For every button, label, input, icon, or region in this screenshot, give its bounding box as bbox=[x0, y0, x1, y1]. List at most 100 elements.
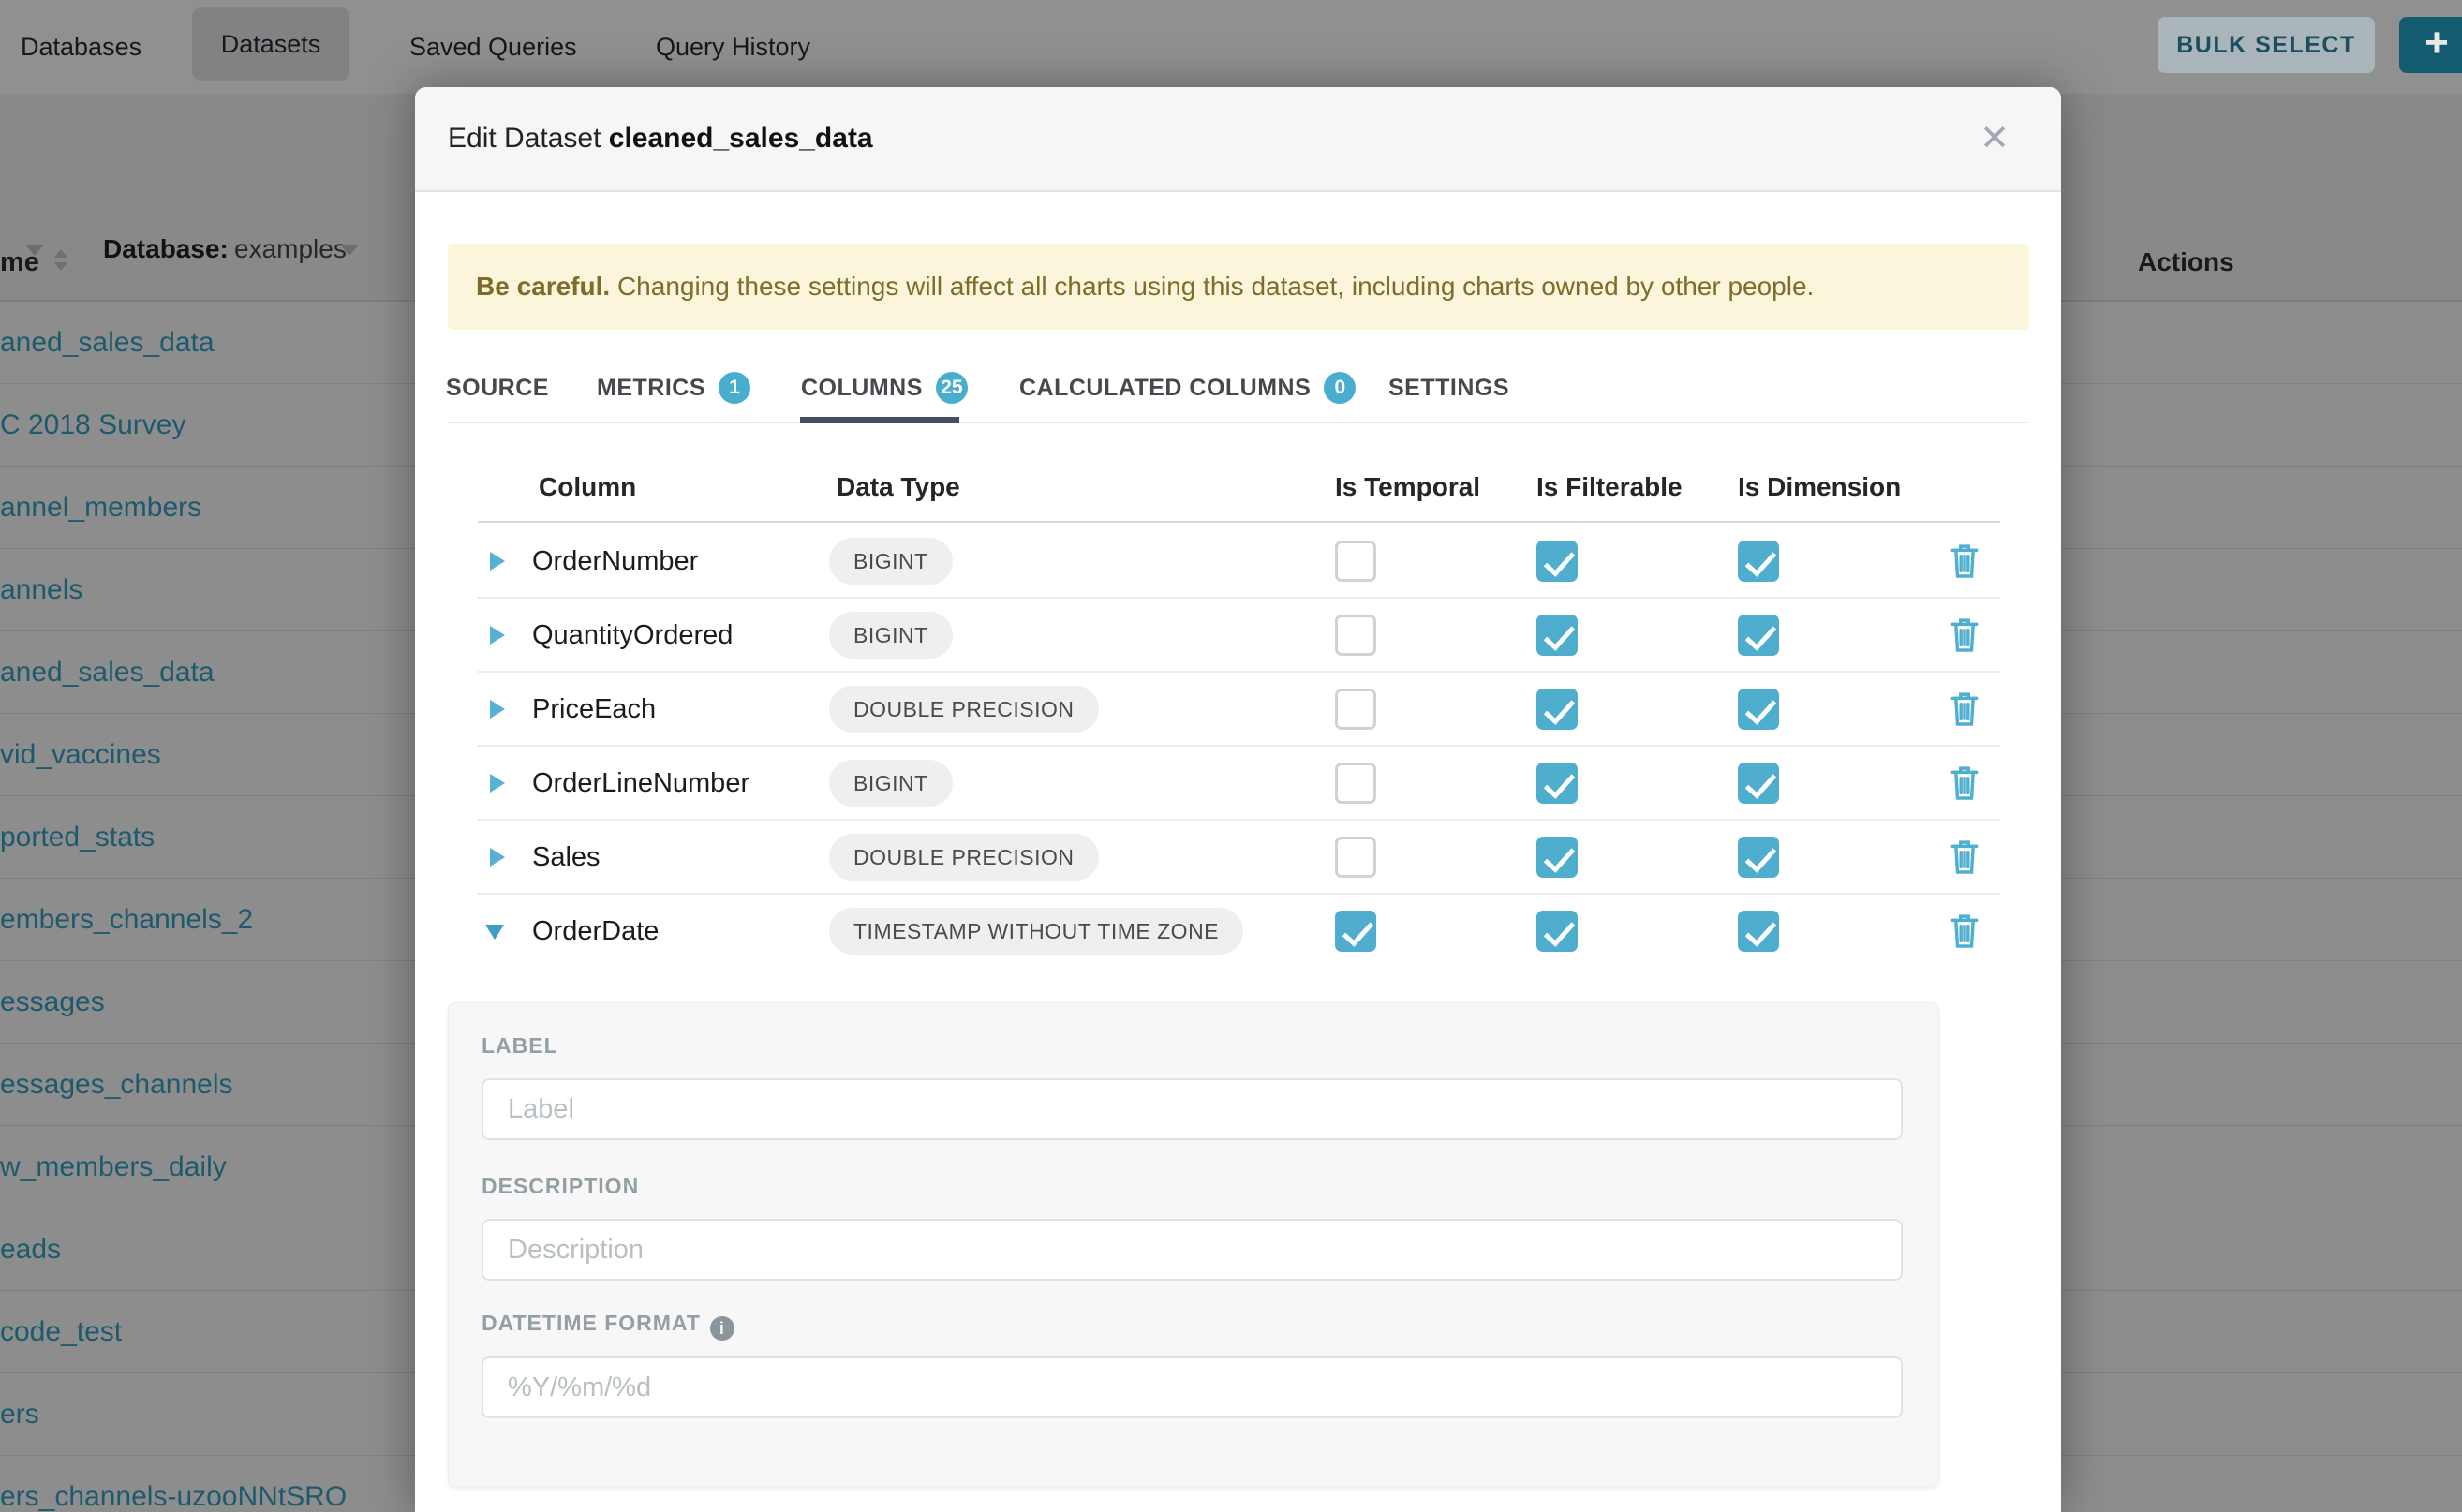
info-icon[interactable]: i bbox=[710, 1316, 734, 1341]
col-header-data-type: Data Type bbox=[837, 457, 960, 517]
column-detail-card: LABEL DESCRIPTION DATETIME FORMATi bbox=[448, 1002, 1939, 1487]
modal-header: Edit Dataset cleaned_sales_data ✕ bbox=[415, 87, 2061, 192]
add-dataset-button[interactable]: + bbox=[2399, 17, 2462, 73]
top-nav: Databases Datasets Saved Queries Query H… bbox=[0, 0, 2462, 94]
tab-badge: 0 bbox=[1324, 372, 1356, 404]
expand-caret-icon[interactable] bbox=[490, 552, 505, 571]
col-header-is-filterable: Is Filterable bbox=[1536, 457, 1683, 517]
tab-label: METRICS bbox=[597, 375, 705, 402]
modal-title: Edit Dataset cleaned_sales_data bbox=[448, 87, 873, 190]
is-temporal-checkbox[interactable] bbox=[1335, 911, 1376, 952]
dataset-link[interactable]: ers_channels-uzooNNtSRO bbox=[0, 1456, 347, 1512]
tab-columns[interactable]: COLUMNS25 bbox=[801, 359, 968, 417]
dataset-link[interactable]: w_members_daily bbox=[0, 1126, 227, 1208]
dataset-link[interactable]: eads bbox=[0, 1208, 61, 1290]
is-filterable-checkbox[interactable] bbox=[1536, 837, 1578, 878]
data-type-pill: TIMESTAMP WITHOUT TIME ZONE bbox=[829, 908, 1243, 955]
warning-text: Changing these settings will affect all … bbox=[610, 272, 1814, 301]
is-dimension-checkbox[interactable] bbox=[1738, 541, 1779, 582]
actions-column-header: Actions bbox=[2138, 225, 2234, 300]
table-row: OrderLineNumber BIGINT bbox=[478, 747, 2000, 821]
table-row: PriceEach DOUBLE PRECISION bbox=[478, 673, 2000, 747]
is-temporal-checkbox[interactable] bbox=[1335, 541, 1376, 582]
table-row-expanded: OrderDate TIMESTAMP WITHOUT TIME ZONE bbox=[478, 895, 2000, 969]
dataset-link[interactable]: essages bbox=[0, 961, 105, 1043]
is-filterable-checkbox[interactable] bbox=[1536, 689, 1578, 730]
label-field-input[interactable] bbox=[482, 1078, 1903, 1140]
column-name: OrderLineNumber bbox=[532, 747, 749, 821]
delete-icon[interactable] bbox=[1949, 838, 1980, 875]
modal-tabs: SOURCE METRICS1 COLUMNS25 CALCULATED COL… bbox=[415, 359, 2061, 424]
dataset-link[interactable]: code_test bbox=[0, 1291, 122, 1372]
expand-caret-icon[interactable] bbox=[490, 848, 505, 867]
column-name: OrderNumber bbox=[532, 525, 698, 599]
description-field-input[interactable] bbox=[482, 1219, 1903, 1281]
dataset-link[interactable]: annels bbox=[0, 549, 82, 630]
column-name: QuantityOrdered bbox=[532, 599, 733, 673]
tab-metrics[interactable]: METRICS1 bbox=[597, 359, 750, 417]
dataset-link[interactable]: aned_sales_data bbox=[0, 631, 215, 713]
dataset-link[interactable]: annel_members bbox=[0, 467, 201, 548]
is-filterable-checkbox[interactable] bbox=[1536, 541, 1578, 582]
warning-bold: Be careful. bbox=[476, 272, 610, 301]
dataset-link[interactable]: embers_channels_2 bbox=[0, 879, 253, 960]
name-column-header[interactable]: me bbox=[0, 225, 39, 300]
modal-dataset-name: cleaned_sales_data bbox=[609, 123, 873, 154]
tab-calculated-columns[interactable]: CALCULATED COLUMNS0 bbox=[1019, 359, 1356, 417]
modal-title-prefix: Edit Dataset bbox=[448, 123, 601, 154]
tab-settings[interactable]: SETTINGS bbox=[1388, 359, 1509, 417]
expand-caret-icon[interactable] bbox=[490, 700, 505, 719]
is-dimension-checkbox[interactable] bbox=[1738, 615, 1779, 656]
column-name: Sales bbox=[532, 821, 601, 895]
delete-icon[interactable] bbox=[1949, 763, 1980, 801]
nav-item-saved-queries[interactable]: Saved Queries bbox=[409, 0, 577, 94]
dataset-link[interactable]: ported_stats bbox=[0, 796, 155, 878]
is-temporal-checkbox[interactable] bbox=[1335, 763, 1376, 804]
dataset-link[interactable]: C 2018 Survey bbox=[0, 384, 185, 466]
active-tab-indicator bbox=[800, 417, 959, 423]
is-filterable-checkbox[interactable] bbox=[1536, 911, 1578, 952]
is-filterable-checkbox[interactable] bbox=[1536, 763, 1578, 804]
nav-item-datasets[interactable]: Datasets bbox=[192, 7, 349, 81]
bulk-select-button[interactable]: BULK SELECT bbox=[2158, 17, 2375, 73]
nav-item-databases[interactable]: Databases bbox=[21, 0, 141, 94]
dataset-link[interactable]: aned_sales_data bbox=[0, 302, 215, 383]
collapse-caret-icon[interactable] bbox=[485, 925, 504, 940]
delete-icon[interactable] bbox=[1949, 912, 1980, 949]
expand-caret-icon[interactable] bbox=[490, 774, 505, 793]
is-dimension-checkbox[interactable] bbox=[1738, 911, 1779, 952]
screen: Databases Datasets Saved Queries Query H… bbox=[0, 0, 2462, 1512]
table-row: Sales DOUBLE PRECISION bbox=[478, 821, 2000, 895]
is-dimension-checkbox[interactable] bbox=[1738, 689, 1779, 730]
delete-icon[interactable] bbox=[1949, 615, 1980, 653]
edit-dataset-modal: Edit Dataset cleaned_sales_data ✕ Be car… bbox=[415, 87, 2061, 1512]
is-dimension-checkbox[interactable] bbox=[1738, 763, 1779, 804]
dataset-link[interactable]: ers bbox=[0, 1373, 39, 1455]
tab-source[interactable]: SOURCE bbox=[446, 359, 549, 417]
expand-caret-icon[interactable] bbox=[490, 626, 505, 645]
is-filterable-checkbox[interactable] bbox=[1536, 615, 1578, 656]
data-type-pill: DOUBLE PRECISION bbox=[829, 686, 1099, 733]
columns-table-header: Column Data Type Is Temporal Is Filterab… bbox=[478, 457, 2000, 523]
is-temporal-checkbox[interactable] bbox=[1335, 689, 1376, 730]
data-type-pill: DOUBLE PRECISION bbox=[829, 834, 1099, 881]
tab-badge: 25 bbox=[936, 372, 968, 404]
dataset-link[interactable]: vid_vaccines bbox=[0, 714, 161, 795]
label-field-label: LABEL bbox=[482, 1033, 558, 1059]
columns-table: OrderNumber BIGINT QuantityOrdered BIGIN… bbox=[478, 525, 2000, 969]
is-temporal-checkbox[interactable] bbox=[1335, 837, 1376, 878]
data-type-pill: BIGINT bbox=[829, 612, 953, 659]
is-temporal-checkbox[interactable] bbox=[1335, 615, 1376, 656]
description-field-label: DESCRIPTION bbox=[482, 1174, 639, 1199]
col-header-is-temporal: Is Temporal bbox=[1335, 457, 1480, 517]
delete-icon[interactable] bbox=[1949, 689, 1980, 727]
datetime-format-field-input[interactable] bbox=[482, 1356, 1903, 1418]
is-dimension-checkbox[interactable] bbox=[1738, 837, 1779, 878]
dataset-link[interactable]: essages_channels bbox=[0, 1044, 233, 1125]
nav-item-query-history[interactable]: Query History bbox=[656, 0, 810, 94]
column-name: PriceEach bbox=[532, 673, 656, 747]
close-icon[interactable]: ✕ bbox=[1980, 87, 2010, 190]
delete-icon[interactable] bbox=[1949, 541, 1980, 579]
plus-icon: + bbox=[2425, 20, 2449, 66]
sort-icon[interactable] bbox=[54, 249, 67, 271]
